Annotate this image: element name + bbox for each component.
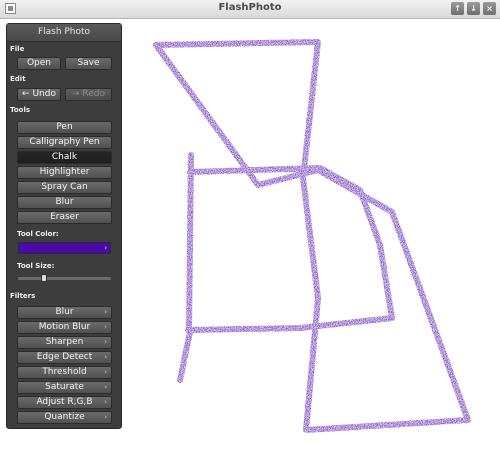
- tool-eraser[interactable]: Eraser: [17, 211, 112, 224]
- chevron-right-icon: ›: [104, 368, 107, 376]
- chevron-right-icon: ›: [104, 244, 107, 252]
- filter-motion-blur[interactable]: Motion Blur ›: [17, 321, 112, 334]
- redo-arrow-icon: →: [71, 89, 80, 99]
- window-title: FlashPhoto: [218, 2, 282, 13]
- filter-sharpen[interactable]: Sharpen ›: [17, 336, 112, 349]
- filter-edge-detect[interactable]: Edge Detect ›: [17, 351, 112, 364]
- tool-size-slider-thumb[interactable]: [41, 274, 47, 282]
- tool-panel: Flash Photo File Open Save Edit ← Undo →…: [6, 23, 122, 429]
- undo-arrow-icon: ←: [22, 89, 30, 99]
- redo-label: Redo: [82, 89, 106, 99]
- filter-threshold-label: Threshold: [42, 367, 87, 377]
- tool-color-picker[interactable]: ›: [18, 242, 111, 254]
- filter-blur-label: Blur: [55, 307, 74, 317]
- tool-blur[interactable]: Blur: [17, 196, 112, 209]
- window-controls: ↑ ↓ ×: [451, 2, 496, 15]
- open-button[interactable]: Open: [17, 57, 61, 70]
- save-button[interactable]: Save: [65, 57, 112, 70]
- tool-spray-can[interactable]: Spray Can: [17, 181, 112, 194]
- filter-sharpen-label: Sharpen: [45, 337, 84, 347]
- tool-size-label: Tool Size:: [17, 262, 55, 270]
- maximize-button[interactable]: ↑: [451, 2, 464, 15]
- chevron-right-icon: ›: [104, 323, 107, 331]
- chalk-stroke-d-shape: [185, 165, 395, 333]
- filter-quantize[interactable]: Quantize ›: [17, 411, 112, 424]
- file-section-label: File: [10, 45, 25, 53]
- chevron-right-icon: ›: [104, 338, 107, 346]
- filter-adjust-rgb-label: Adjust R,G,B: [36, 397, 93, 407]
- filter-threshold[interactable]: Threshold ›: [17, 366, 112, 379]
- chevron-right-icon: ›: [104, 413, 107, 421]
- tool-chalk[interactable]: Chalk: [17, 151, 112, 164]
- tools-section-label: Tools: [10, 106, 31, 114]
- tool-size-slider[interactable]: [18, 277, 111, 280]
- chevron-right-icon: ›: [104, 353, 107, 361]
- filter-motion-blur-label: Motion Blur: [38, 322, 91, 332]
- edit-section-label: Edit: [10, 75, 26, 83]
- chevron-right-icon: ›: [104, 308, 107, 316]
- minimize-button[interactable]: ↓: [467, 2, 480, 15]
- chevron-right-icon: ›: [104, 383, 107, 391]
- filters-section-label: Filters: [10, 292, 36, 300]
- undo-button[interactable]: ← Undo: [17, 88, 61, 101]
- chalk-stroke-vertical-left: [186, 152, 194, 333]
- filter-saturate-label: Saturate: [45, 382, 84, 392]
- window-titlebar: FlashPhoto ↑ ↓ ×: [0, 0, 500, 19]
- filter-blur[interactable]: Blur ›: [17, 306, 112, 319]
- tool-pen[interactable]: Pen: [17, 121, 112, 134]
- tool-highlighter[interactable]: Highlighter: [17, 166, 112, 179]
- undo-label: Undo: [32, 89, 56, 99]
- tool-color-label: Tool Color:: [17, 230, 59, 238]
- panel-title: Flash Photo: [7, 24, 121, 42]
- chalk-stroke-tail: [177, 329, 193, 383]
- redo-button[interactable]: → Redo: [65, 88, 112, 101]
- filter-saturate[interactable]: Saturate ›: [17, 381, 112, 394]
- close-button[interactable]: ×: [483, 2, 496, 15]
- drawing-canvas[interactable]: [130, 22, 496, 446]
- filter-edge-detect-label: Edge Detect: [36, 352, 93, 362]
- filter-adjust-rgb[interactable]: Adjust R,G,B ›: [17, 396, 112, 409]
- chalk-stroke-hourglass: [153, 39, 471, 433]
- tool-calligraphy-pen[interactable]: Calligraphy Pen: [17, 136, 112, 149]
- chevron-right-icon: ›: [104, 398, 107, 406]
- filter-quantize-label: Quantize: [44, 412, 85, 422]
